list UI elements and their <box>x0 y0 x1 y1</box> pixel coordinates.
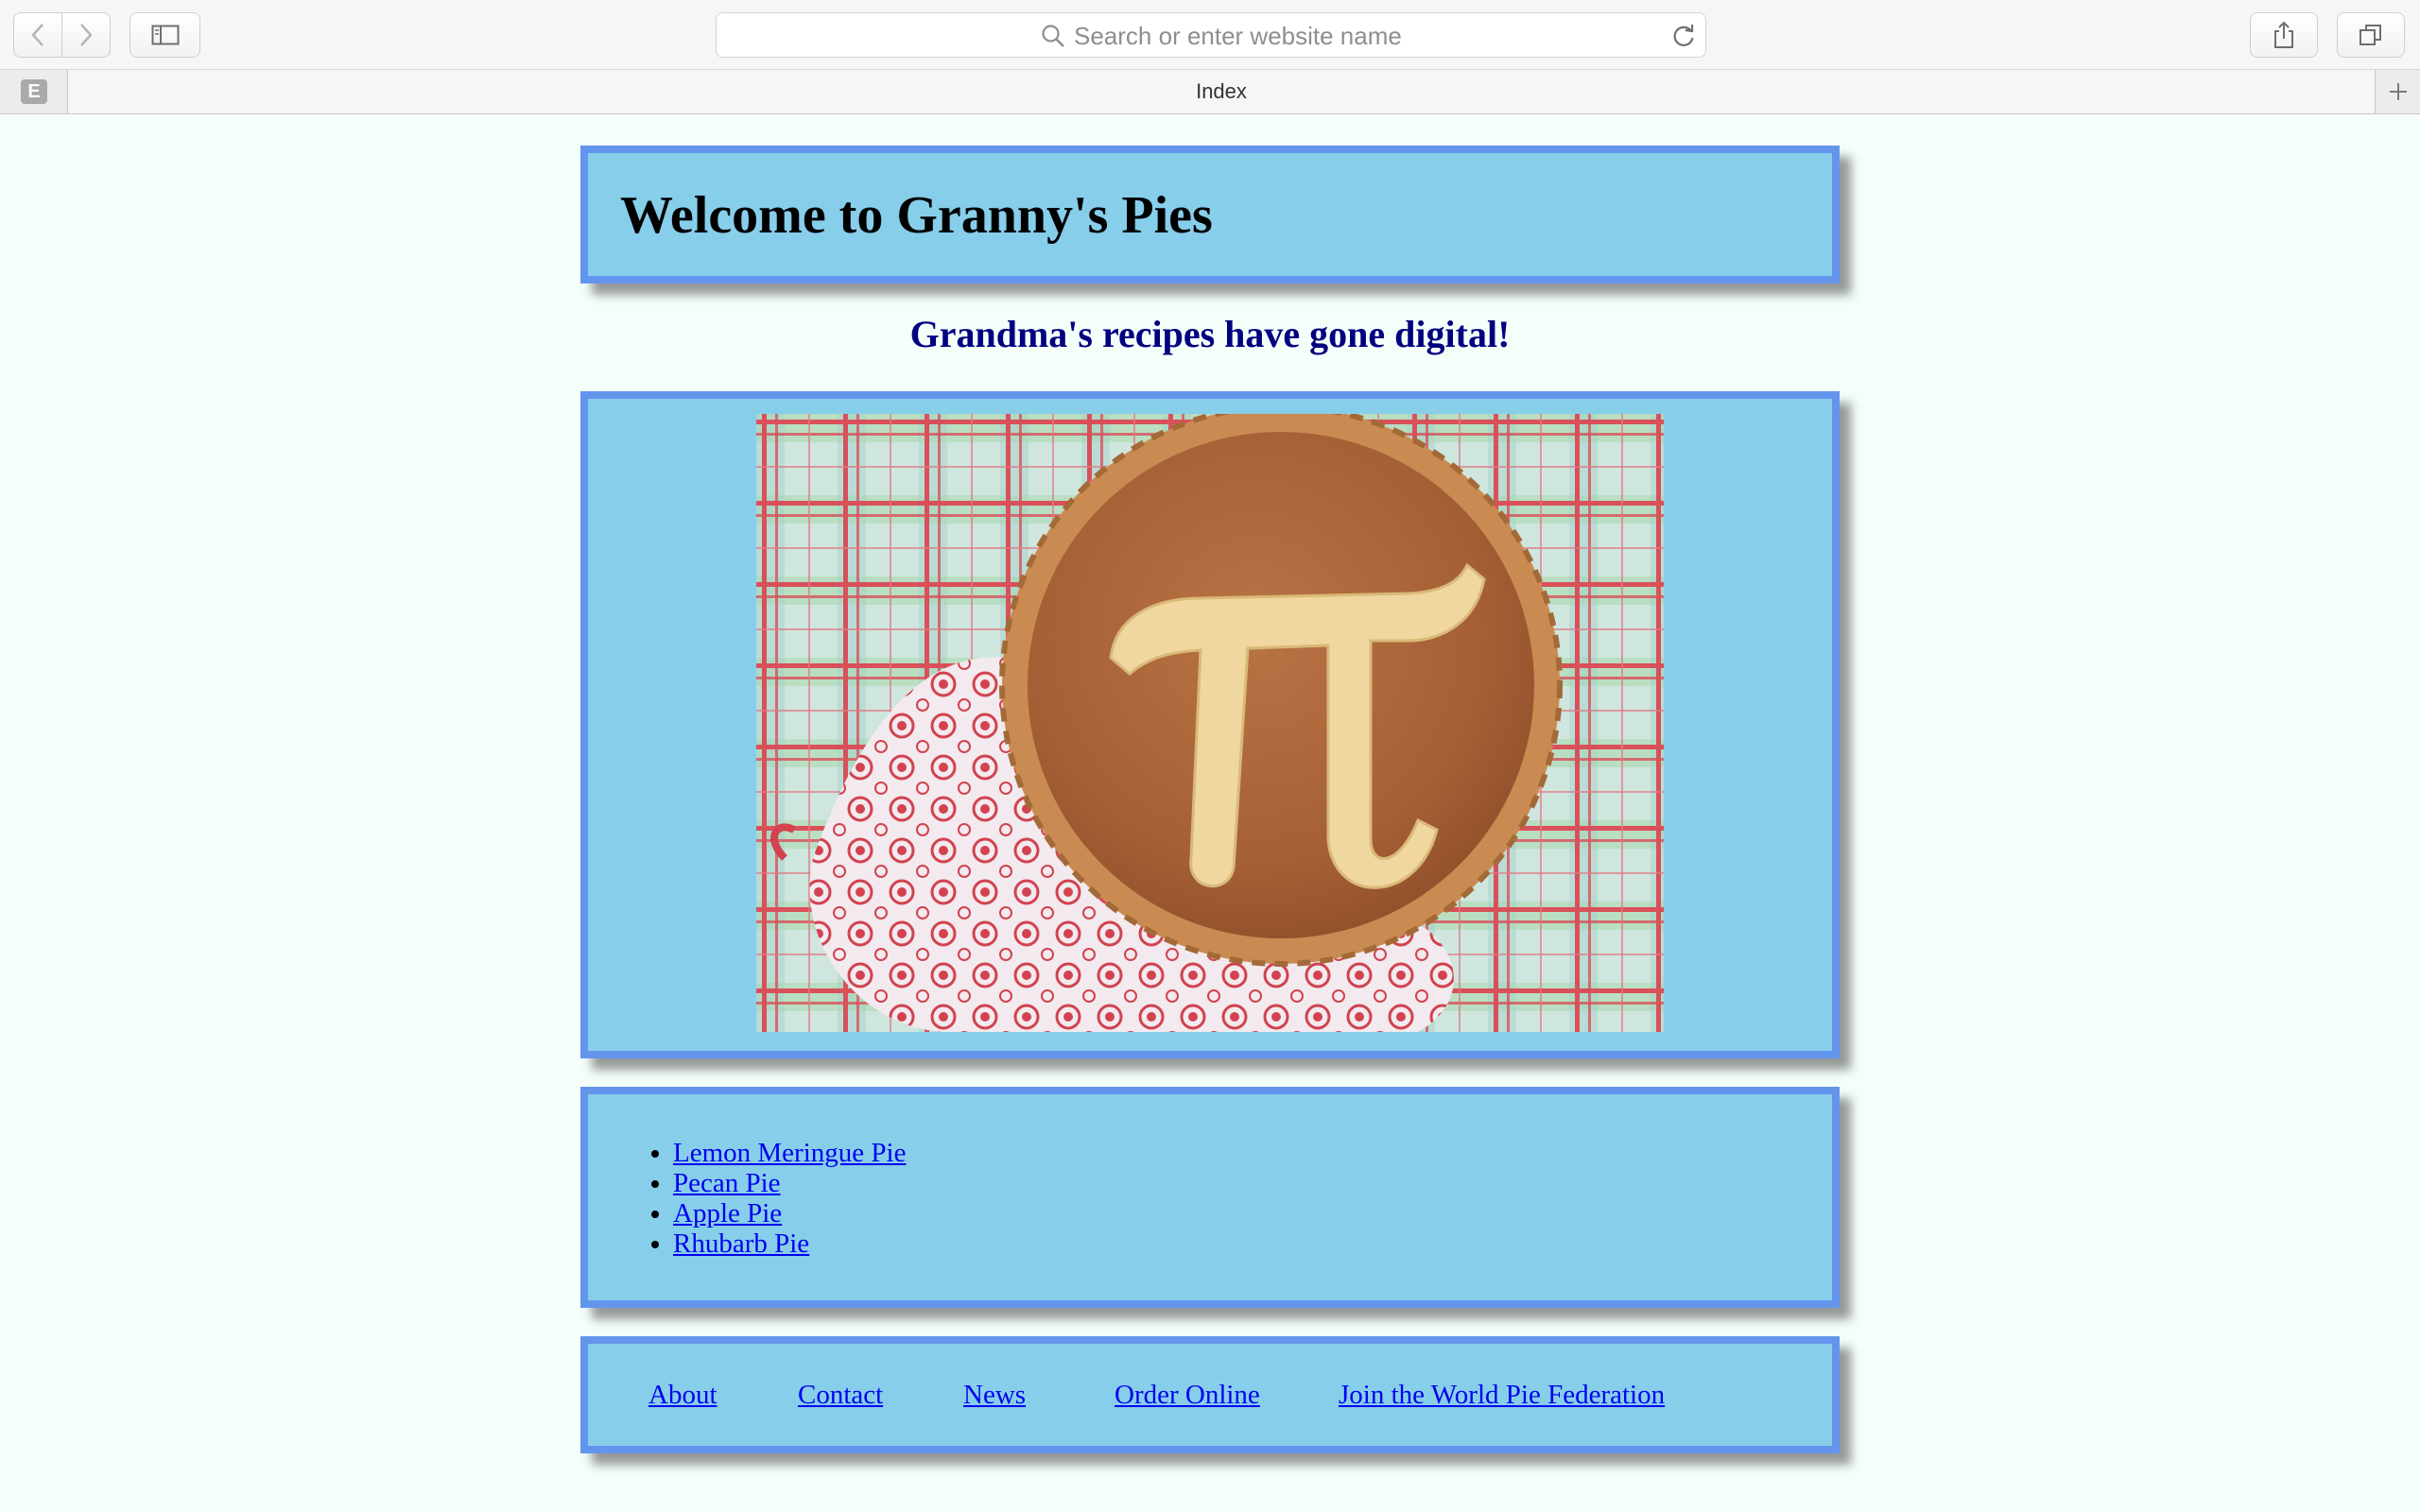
list-item: Apple Pie <box>673 1198 906 1228</box>
tab-index[interactable]: Index <box>68 70 2375 113</box>
nav-link-world-pie-federation[interactable]: Join the World Pie Federation <box>1339 1382 1665 1409</box>
recipe-list-box: Lemon Meringue Pie Pecan Pie Apple Pie R… <box>580 1087 1840 1308</box>
pinned-tab[interactable]: E <box>0 70 68 113</box>
new-tab-button[interactable] <box>2375 70 2420 113</box>
share-button[interactable] <box>2250 12 2318 58</box>
search-icon <box>1042 25 1064 47</box>
nav-link-contact[interactable]: Contact <box>798 1382 883 1409</box>
pie-image <box>756 414 1664 1032</box>
plus-icon <box>2389 83 2407 100</box>
list-item: Rhubarb Pie <box>673 1228 906 1259</box>
share-icon <box>2274 21 2293 48</box>
tab-bar: E Index <box>0 70 2420 114</box>
recipe-link-apple[interactable]: Apple Pie <box>673 1198 782 1228</box>
list-item: Lemon Meringue Pie <box>673 1138 906 1168</box>
recipe-list: Lemon Meringue Pie Pecan Pie Apple Pie R… <box>626 1138 906 1259</box>
nav-link-news[interactable]: News <box>963 1382 1026 1409</box>
tabs-icon <box>2360 25 2381 45</box>
header-box: Welcome to Granny's Pies <box>580 146 1840 284</box>
tabs-overview-button[interactable] <box>2337 12 2405 58</box>
hero-box <box>580 391 1840 1058</box>
tab-title: Index <box>1196 79 1247 103</box>
browser-toolbar: Search or enter website name <box>0 0 2420 70</box>
chevron-right-icon <box>80 24 93 46</box>
page-title: Welcome to Granny's Pies <box>620 186 1213 245</box>
reload-icon[interactable] <box>1671 23 1696 49</box>
nav-link-order-online[interactable]: Order Online <box>1115 1382 1260 1409</box>
recipe-link-lemon-meringue[interactable]: Lemon Meringue Pie <box>673 1138 906 1168</box>
nav-link-about[interactable]: About <box>648 1382 717 1409</box>
recipe-link-pecan[interactable]: Pecan Pie <box>673 1168 781 1198</box>
recipe-link-rhubarb[interactable]: Rhubarb Pie <box>673 1228 809 1259</box>
list-item: Pecan Pie <box>673 1168 906 1198</box>
address-bar[interactable]: Search or enter website name <box>716 12 1706 58</box>
tagline: Grandma's recipes have gone digital! <box>909 313 1511 355</box>
favicon: E <box>21 79 47 104</box>
sidebar-icon <box>151 25 179 45</box>
sidebar-toggle-button[interactable] <box>130 12 200 58</box>
footer-box: About Contact News Order Online Join the… <box>580 1336 1840 1453</box>
address-placeholder: Search or enter website name <box>1074 22 1402 50</box>
chevron-left-icon <box>31 24 43 46</box>
back-button[interactable] <box>13 12 62 58</box>
forward-button[interactable] <box>61 12 111 58</box>
